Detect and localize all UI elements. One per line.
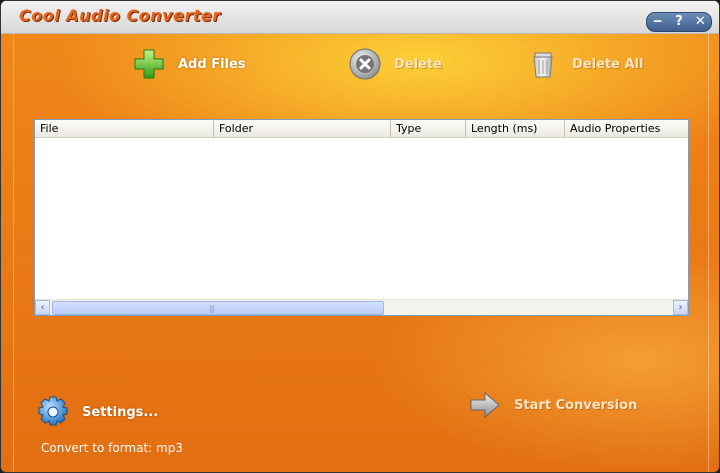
format-status: Convert to format: mp3 (41, 441, 183, 455)
column-header-length[interactable]: Length (ms) (466, 120, 565, 137)
minimize-button[interactable]: ‒ (649, 15, 667, 29)
delete-all-button[interactable]: Delete All (526, 47, 643, 81)
delete-button[interactable]: Delete (348, 47, 442, 81)
settings-label: Settings... (82, 404, 159, 420)
app-window: Cool Audio Converter ‒ ? ✕ Add Files Del… (0, 0, 720, 473)
window-controls: ‒ ? ✕ (646, 12, 712, 32)
start-conversion-button[interactable]: Start Conversion (468, 390, 637, 420)
close-button[interactable]: ✕ (691, 15, 709, 29)
plus-icon (134, 49, 164, 79)
help-button[interactable]: ? (670, 15, 688, 29)
column-header-audio-properties[interactable]: Audio Properties (565, 120, 688, 137)
column-header-folder[interactable]: Folder (214, 120, 391, 137)
settings-button[interactable]: Settings... (36, 395, 158, 429)
trash-icon (533, 52, 553, 78)
scrollbar-grip: ||| (209, 304, 215, 313)
main-panel: Add Files Delete Delete All File Folder … (13, 33, 709, 472)
delete-all-label: Delete All (572, 56, 644, 72)
file-list-rows[interactable] (35, 138, 688, 300)
file-list[interactable]: File Folder Type Length (ms) Audio Prope… (34, 119, 689, 316)
add-files-label: Add Files (178, 56, 246, 72)
horizontal-scrollbar[interactable]: ‹ ||| › (35, 299, 688, 315)
add-files-button[interactable]: Add Files (132, 47, 246, 81)
column-header-type[interactable]: Type (391, 120, 466, 137)
start-conversion-label: Start Conversion (514, 397, 638, 413)
app-title: Cool Audio Converter (19, 6, 221, 25)
column-header-file[interactable]: File (35, 120, 214, 137)
scrollbar-thumb[interactable]: ||| (52, 301, 384, 315)
scroll-left-arrow[interactable]: ‹ (35, 300, 50, 315)
delete-label: Delete (394, 56, 442, 72)
arrow-right-icon (470, 391, 500, 419)
file-list-header: File Folder Type Length (ms) Audio Prope… (35, 120, 688, 138)
scroll-right-arrow[interactable]: › (673, 300, 688, 315)
delete-icon (349, 48, 381, 80)
title-bar[interactable]: Cool Audio Converter ‒ ? ✕ (1, 1, 719, 34)
gear-icon (38, 396, 68, 426)
